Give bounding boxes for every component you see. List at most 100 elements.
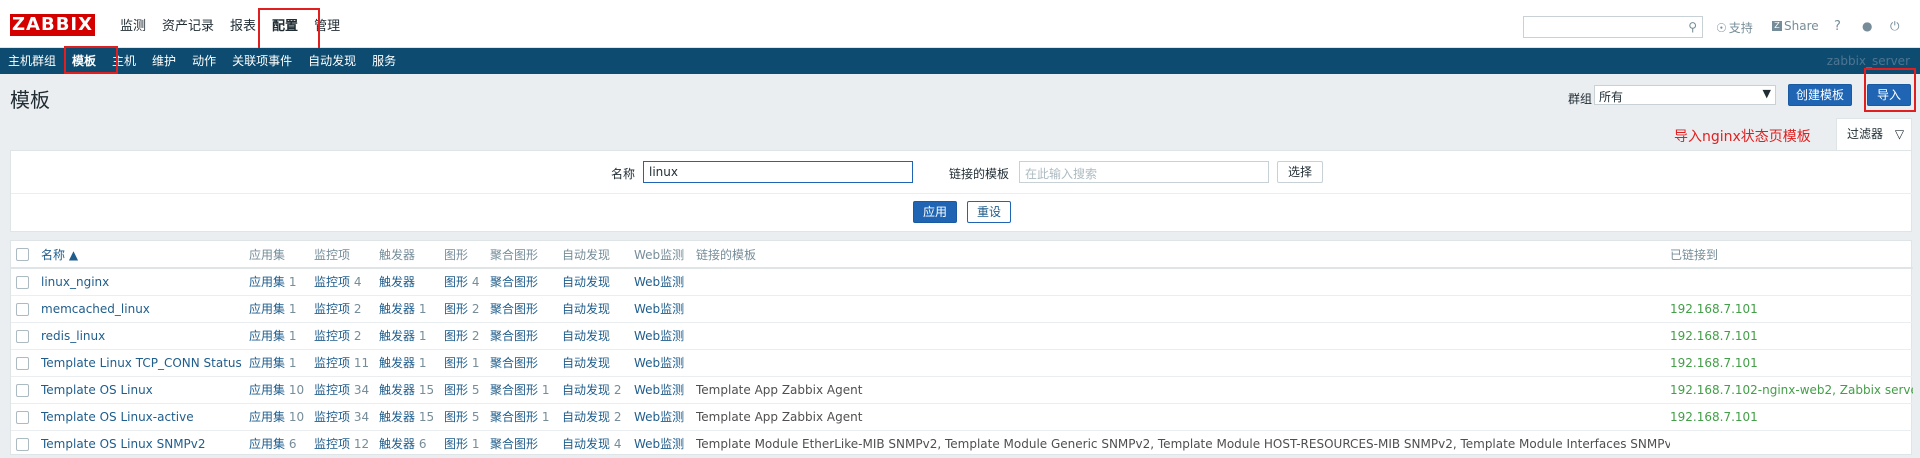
applications-link[interactable]: 应用集 10 [249,383,304,397]
linked-templates-link[interactable]: Template App Zabbix Agent [696,383,862,397]
graphs-link[interactable]: 图形 1 [444,356,479,370]
row-checkbox[interactable] [16,383,29,397]
sub-menu-maintenance[interactable]: 维护 [144,48,184,74]
template-name-link[interactable]: linux_nginx [41,275,109,289]
discovery-link[interactable]: 自动发现 [562,302,610,316]
create-template-button[interactable]: 创建模板 [1788,84,1852,106]
discovery-link[interactable]: 自动发现 2 [562,410,621,424]
web-scenarios-link[interactable]: Web监测 [634,410,684,424]
discovery-link[interactable]: 自动发现 2 [562,383,621,397]
applications-link[interactable]: 应用集 1 [249,329,296,343]
triggers-link[interactable]: 触发器 15 [379,383,434,397]
graphs-link[interactable]: 图形 1 [444,437,479,451]
row-checkbox[interactable] [16,329,29,343]
template-name-link[interactable]: Template OS Linux SNMPv2 [41,437,206,451]
row-checkbox[interactable] [16,302,29,316]
template-name-link[interactable]: Template Linux TCP_CONN Status [41,356,242,370]
applications-link[interactable]: 应用集 1 [249,302,296,316]
zabbix-logo[interactable]: ZABBIX [10,14,95,36]
items-link[interactable]: 监控项 4 [314,275,361,289]
select-all-checkbox[interactable] [16,248,29,261]
discovery-link[interactable]: 自动发现 [562,356,610,370]
filter-apply-button[interactable]: 应用 [913,201,957,223]
user-profile-icon[interactable]: ● [1862,19,1872,33]
filter-tab[interactable]: 过滤器 ▽ [1836,118,1912,150]
filter-linked-templates-input[interactable]: 在此输入搜索 [1019,161,1269,183]
graphs-link[interactable]: 图形 4 [444,275,479,289]
linked-hosts-link[interactable]: 192.168.7.101 [1670,410,1758,424]
group-select[interactable]: 所有 ▼ [1594,85,1776,105]
template-name-link[interactable]: memcached_linux [41,302,150,316]
web-scenarios-link[interactable]: Web监测 [634,437,684,451]
screens-link[interactable]: 聚合图形 [490,437,538,451]
linked-hosts-link[interactable]: 192.168.7.102-nginx-web2, Zabbix server [1670,383,1913,397]
web-scenarios-link[interactable]: Web监测 [634,383,684,397]
row-checkbox[interactable] [16,275,29,289]
linked-hosts-link[interactable]: 192.168.7.101 [1670,329,1758,343]
row-checkbox[interactable] [16,437,29,451]
filter-name-input[interactable]: linux [643,161,913,183]
row-checkbox[interactable] [16,410,29,424]
applications-link[interactable]: 应用集 1 [249,356,296,370]
linked-templates-link[interactable]: Template Module EtherLike-MIB SNMPv2, Te… [696,437,1670,451]
triggers-link[interactable]: 触发器 1 [379,329,426,343]
sub-menu-discovery[interactable]: 自动发现 [300,48,364,74]
support-link[interactable]: ☉ 支持 [1716,19,1753,36]
applications-link[interactable]: 应用集 10 [249,410,304,424]
top-menu-inventory[interactable]: 资产记录 [154,0,222,48]
triggers-link[interactable]: 触发器 [379,275,415,289]
col-header-name[interactable]: 名称 ▲ [41,241,249,269]
template-name-link[interactable]: redis_linux [41,329,105,343]
share-link[interactable]: Z Share [1772,19,1819,33]
help-icon[interactable]: ? [1834,19,1841,34]
screens-link[interactable]: 聚合图形 1 [490,383,549,397]
discovery-link[interactable]: 自动发现 [562,275,610,289]
screens-link[interactable]: 聚合图形 [490,356,538,370]
screens-link[interactable]: 聚合图形 [490,302,538,316]
template-name-link[interactable]: Template OS Linux [41,383,153,397]
applications-link[interactable]: 应用集 6 [249,437,296,451]
row-checkbox[interactable] [16,356,29,370]
sub-menu-actions[interactable]: 动作 [184,48,224,74]
items-link[interactable]: 监控项 2 [314,302,361,316]
template-name-link[interactable]: Template OS Linux-active [41,410,194,424]
triggers-link[interactable]: 触发器 1 [379,302,426,316]
triggers-link[interactable]: 触发器 6 [379,437,426,451]
items-link[interactable]: 监控项 2 [314,329,361,343]
discovery-link[interactable]: 自动发现 4 [562,437,621,451]
web-scenarios-link[interactable]: Web监测 [634,356,684,370]
items-link[interactable]: 监控项 34 [314,410,369,424]
server-name: zabbix_server [1826,54,1910,68]
items-link[interactable]: 监控项 34 [314,383,369,397]
graphs-link[interactable]: 图形 2 [444,302,479,316]
sign-out-icon[interactable]: ⏻ [1890,19,1900,34]
graphs-link[interactable]: 图形 5 [444,410,479,424]
linked-hosts-link[interactable]: 192.168.7.101 [1670,356,1758,370]
screens-link[interactable]: 聚合图形 [490,329,538,343]
applications-link[interactable]: 应用集 1 [249,275,296,289]
screens-link[interactable]: 聚合图形 [490,275,538,289]
sub-menu-host-groups[interactable]: 主机群组 [0,48,64,74]
top-menu-monitoring[interactable]: 监测 [112,0,154,48]
linked-hosts-link[interactable]: 192.168.7.101 [1670,302,1758,316]
filter-select-button[interactable]: 选择 [1277,161,1323,183]
screens-link[interactable]: 聚合图形 1 [490,410,549,424]
linked-templates-link[interactable]: Template App Zabbix Agent [696,410,862,424]
graphs-link[interactable]: 图形 2 [444,329,479,343]
web-scenarios-link[interactable]: Web监测 [634,329,684,343]
discovery-link[interactable]: 自动发现 [562,329,610,343]
items-link[interactable]: 监控项 12 [314,437,369,451]
col-header-items: 监控项 [314,241,379,269]
web-scenarios-link[interactable]: Web监测 [634,275,684,289]
web-scenarios-link[interactable]: Web监测 [634,302,684,316]
sub-menu-services[interactable]: 服务 [364,48,404,74]
global-search-input[interactable]: ⚲ [1523,16,1703,38]
filter-reset-button[interactable]: 重设 [967,201,1011,223]
search-icon[interactable]: ⚲ [1688,20,1697,34]
items-link[interactable]: 监控项 11 [314,356,369,370]
filter-tab-label: 过滤器 [1847,127,1884,141]
triggers-link[interactable]: 触发器 15 [379,410,434,424]
graphs-link[interactable]: 图形 5 [444,383,479,397]
sub-menu-correlation[interactable]: 关联项事件 [224,48,300,74]
triggers-link[interactable]: 触发器 1 [379,356,426,370]
